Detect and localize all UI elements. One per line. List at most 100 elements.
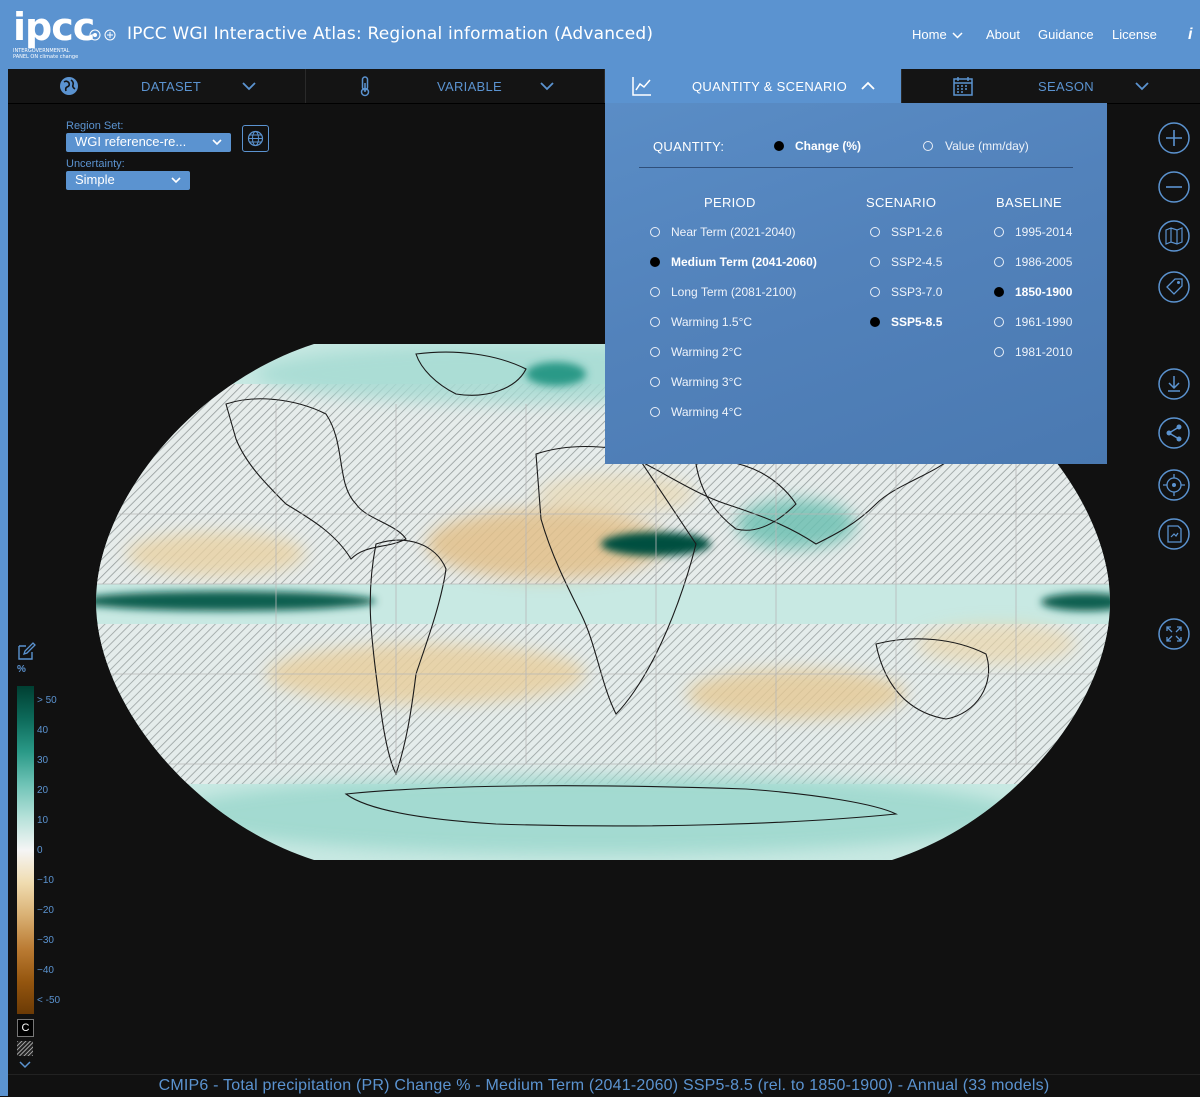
baseline-radio[interactable] (994, 287, 1004, 297)
legend-tick: < -50 (37, 995, 61, 1006)
period-radio[interactable] (650, 227, 660, 237)
period-radio[interactable] (650, 287, 660, 297)
edit-legend-icon[interactable] (17, 641, 37, 661)
scenario-option[interactable]: SSP5-8.5 (891, 315, 942, 329)
tab-season[interactable]: SEASON (902, 69, 1200, 103)
uncertainty-select[interactable]: Simple (66, 171, 190, 190)
scenario-option[interactable]: SSP3-7.0 (891, 285, 942, 299)
period-radio[interactable] (650, 407, 660, 417)
share-icon[interactable] (1157, 416, 1191, 450)
legend-tick: 0 (37, 845, 43, 856)
legend-unit: % (17, 664, 26, 675)
download-icon[interactable] (1157, 367, 1191, 401)
chevron-down-icon[interactable] (18, 1059, 32, 1071)
tag-icon[interactable] (1157, 270, 1191, 304)
period-option[interactable]: Warming 1.5°C (671, 315, 752, 329)
baseline-option[interactable]: 1995-2014 (1015, 225, 1072, 239)
quantity-value-label[interactable]: Value (mm/day) (945, 139, 1029, 153)
legend-tick: > 50 (37, 695, 57, 706)
legend-tick: 10 (37, 815, 49, 826)
period-option[interactable]: Warming 3°C (671, 375, 742, 389)
scenario-radio[interactable] (870, 317, 880, 327)
logo-wordmark: ipcc (13, 5, 95, 49)
chevron-down-icon (171, 177, 181, 184)
region-set-select[interactable]: WGI reference-re... (66, 133, 231, 152)
chevron-down-icon (952, 32, 963, 39)
nav-guidance[interactable]: Guidance (1038, 27, 1094, 42)
baseline-option[interactable]: 1986-2005 (1015, 255, 1072, 269)
baseline-radio[interactable] (994, 257, 1004, 267)
tab-dataset-label: DATASET (141, 79, 202, 94)
zoom-in-icon[interactable] (1157, 121, 1191, 155)
nav-home-label: Home (912, 27, 947, 42)
period-header: PERIOD (704, 195, 756, 210)
period-option[interactable]: Warming 2°C (671, 345, 742, 359)
chevron-down-icon (540, 82, 554, 91)
scenario-option[interactable]: SSP1-2.6 (891, 225, 942, 239)
period-option[interactable]: Long Term (2081-2100) (671, 285, 796, 299)
period-radio[interactable] (650, 257, 660, 267)
line-chart-icon (632, 77, 651, 96)
hatching-swatch[interactable] (17, 1041, 33, 1056)
calendar-icon (953, 77, 973, 96)
period-option[interactable]: Warming 4°C (671, 405, 742, 419)
panel-divider (639, 167, 1073, 168)
chevron-down-icon (242, 82, 256, 91)
legend-tick: −10 (37, 875, 54, 886)
legend-tick: −20 (37, 905, 54, 916)
scenario-radio[interactable] (870, 287, 880, 297)
legend-color-bar (17, 686, 34, 1014)
baseline-header: BASELINE (996, 195, 1062, 210)
nav-home[interactable]: Home (912, 27, 963, 42)
tab-quantity-scenario[interactable]: QUANTITY & SCENARIO (605, 69, 902, 103)
baseline-radio[interactable] (994, 227, 1004, 237)
nav-license[interactable]: License (1112, 27, 1157, 42)
chevron-up-icon (861, 81, 875, 90)
baseline-radio[interactable] (994, 317, 1004, 327)
period-radio[interactable] (650, 317, 660, 327)
nav-about[interactable]: About (986, 27, 1020, 42)
chevron-down-icon (212, 139, 222, 146)
period-option[interactable]: Near Term (2021-2040) (671, 225, 796, 239)
ipcc-logo[interactable]: ipcc INTERGOVERNMENTAL PANEL ON climate … (13, 5, 95, 60)
zoom-out-icon[interactable] (1157, 170, 1191, 204)
fullscreen-icon[interactable] (1157, 617, 1191, 651)
scenario-option[interactable]: SSP2-4.5 (891, 255, 942, 269)
legend-c-button[interactable]: C (17, 1019, 34, 1037)
quantity-value-radio[interactable] (923, 141, 933, 151)
period-radio[interactable] (650, 377, 660, 387)
left-accent-strip (0, 69, 8, 1096)
globe-icon (60, 77, 78, 95)
uncertainty-label: Uncertainty: (66, 158, 125, 170)
baseline-radio[interactable] (994, 347, 1004, 357)
legend-tick: −30 (37, 935, 54, 946)
quantity-label: QUANTITY: (653, 139, 725, 154)
period-radio[interactable] (650, 347, 660, 357)
tab-dataset[interactable]: DATASET (8, 69, 306, 103)
quantity-change-radio[interactable] (774, 141, 784, 151)
uncertainty-value: Simple (75, 172, 115, 187)
legend-tick: 20 (37, 785, 49, 796)
region-globe-button[interactable] (242, 125, 269, 152)
locate-target-icon[interactable] (1157, 468, 1191, 502)
info-icon[interactable]: i (1188, 26, 1192, 44)
period-option[interactable]: Medium Term (2041-2060) (671, 255, 817, 269)
quantity-scenario-panel: QUANTITY: Change (%) Value (mm/day) PERI… (605, 103, 1107, 464)
baseline-option[interactable]: 1961-1990 (1015, 315, 1072, 329)
region-set-label: Region Set: (66, 120, 124, 132)
map-caption: CMIP6 - Total precipitation (PR) Change … (8, 1074, 1200, 1097)
scenario-radio[interactable] (870, 257, 880, 267)
scenario-radio[interactable] (870, 227, 880, 237)
baseline-option[interactable]: 1850-1900 (1015, 285, 1072, 299)
legend-tick: −40 (37, 965, 54, 976)
map-layers-icon[interactable] (1157, 219, 1191, 253)
thermometer-icon (360, 76, 370, 97)
baseline-option[interactable]: 1981-2010 (1015, 345, 1072, 359)
quantity-change-label[interactable]: Change (%) (795, 139, 861, 153)
app-title: IPCC WGI Interactive Atlas: Regional inf… (127, 24, 654, 44)
top-header: ipcc INTERGOVERNMENTAL PANEL ON climate … (0, 0, 1200, 69)
tab-variable[interactable]: VARIABLE (306, 69, 605, 103)
scenario-header: SCENARIO (866, 195, 937, 210)
globe-grid-icon (247, 130, 264, 147)
report-icon[interactable] (1157, 517, 1191, 551)
